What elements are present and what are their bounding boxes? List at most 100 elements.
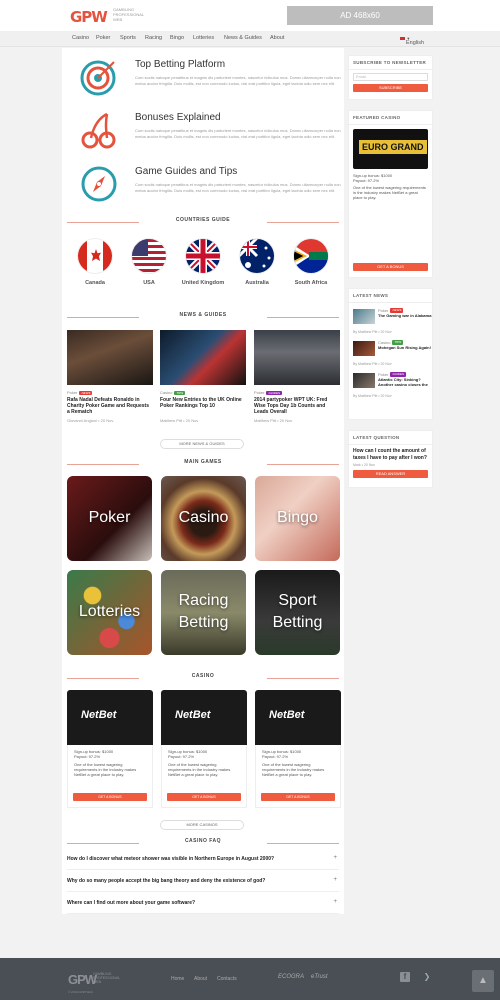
game-label: Casino <box>178 509 229 526</box>
faq-item[interactable]: How do I discover what meteor shower was… <box>67 850 339 870</box>
more-news-button[interactable]: MORE NEWS & GUIDES <box>160 439 244 449</box>
news-card[interactable]: Poker NEWS Rafa Nadal Defeats Ronaldo in … <box>67 330 153 423</box>
news-title[interactable]: Rafa Nadal Defeats Ronaldo in Charity Po… <box>67 397 153 415</box>
twitter-icon[interactable]: ❯ <box>422 972 432 982</box>
feature-bonuses: Bonuses Explained Cum sociis natoque pen… <box>67 106 342 156</box>
question-text[interactable]: How can I count the amount of taxes I ha… <box>353 448 428 462</box>
featured-casino-box: FEATURED CASINO EURO GRAND Sign-up bonus… <box>348 110 433 278</box>
latest-news-item[interactable]: Casino TIPS Mohegan Sun Rising Again! <box>353 339 431 363</box>
more-casinos-button[interactable]: MORE CASINOS <box>160 820 244 830</box>
game-tile-bingo[interactable]: Bingo <box>255 476 340 561</box>
country-united-kingdom[interactable]: United Kingdom <box>180 238 226 286</box>
facebook-icon[interactable]: f <box>400 972 410 982</box>
nav-item-sports[interactable]: Sports <box>120 35 136 41</box>
nav-item-news-guides[interactable]: News & Guides <box>224 35 262 41</box>
back-to-top-button[interactable]: ▲ <box>472 970 494 992</box>
country-australia[interactable]: Australia <box>234 238 280 286</box>
read-answer-button[interactable]: READ ANSWER <box>353 470 428 478</box>
language-label: English <box>406 40 425 46</box>
country-usa[interactable]: USA <box>126 238 172 286</box>
news-badge: GUIDES <box>266 390 282 395</box>
faq-item[interactable]: Where can I find out more about your gam… <box>67 894 339 914</box>
email-input[interactable]: Email <box>353 73 428 81</box>
footer-logo[interactable]: GPW <box>68 972 97 987</box>
ad-banner[interactable]: AD 468x60 <box>287 6 433 25</box>
game-tile-sport-betting[interactable]: Sport Betting <box>255 570 340 655</box>
target-icon <box>80 60 116 96</box>
feature-title: Bonuses Explained <box>135 112 221 123</box>
news-title[interactable]: Four New Entries to the UK Online Poker … <box>160 397 246 415</box>
country-name: United Kingdom <box>181 280 225 286</box>
game-tile-poker[interactable]: Poker <box>67 476 152 561</box>
country-canada[interactable]: Canada <box>72 238 118 286</box>
news-meta: Matthew Pitt • 20 Nov <box>160 418 199 423</box>
news-thumb <box>353 341 375 356</box>
etrust-badge: eTrust <box>311 974 328 980</box>
latest-news-text: Casino TIPS Mohegan Sun Rising Again! <box>378 340 434 350</box>
latest-news-title: LATEST NEWS <box>349 289 432 303</box>
casino-payout: Payout: 97.2% <box>168 754 195 759</box>
news-category: Casino <box>378 340 391 345</box>
section-title-text: NEWS & GUIDES <box>179 312 227 318</box>
news-badge: TIPS <box>174 390 186 395</box>
feature-game-guides: Game Guides and Tips Cum sociis natoque … <box>67 160 342 210</box>
game-label: Sport Betting <box>272 592 323 631</box>
country-south-africa[interactable]: South Africa <box>288 238 334 286</box>
get-bonus-button[interactable]: GET A BONUS <box>261 793 335 801</box>
game-label: Bingo <box>277 509 318 526</box>
language-select[interactable]: English ▾ <box>400 36 424 46</box>
australia-flag-icon <box>239 238 275 274</box>
footer-logo-subtitle: Gambling Professional Web <box>93 972 121 984</box>
latest-news-item[interactable]: Poker GUIDES Atlantic City: Sinking? Anot… <box>353 371 428 395</box>
countries-section-title: COUNTRIES GUIDE <box>62 217 344 227</box>
news-card[interactable]: Poker GUIDES 2014 partypoker WPT UK: Fred… <box>254 330 340 423</box>
casino-card[interactable]: NetBet Sign-up bonus: $1000 Payout: 97.2… <box>161 690 247 808</box>
nav-item-about[interactable]: About <box>270 35 284 41</box>
faq-question: Where can I find out more about your gam… <box>67 900 196 906</box>
featured-get-bonus-button[interactable]: GET A BONUS <box>353 263 428 271</box>
news-title[interactable]: 2014 partypoker WPT UK: Fred Wise Tops D… <box>254 397 340 415</box>
nav-item-bingo[interactable]: Bingo <box>170 35 184 41</box>
faq-question: How do I discover what meteor shower was… <box>67 856 275 862</box>
subscribe-button[interactable]: SUBSCRIBE <box>353 84 428 92</box>
feature-title: Game Guides and Tips <box>135 166 238 177</box>
latest-news-item[interactable]: Poker NEWS The Gaming war in Alabama <box>353 307 431 331</box>
casino-section-title: CASINO <box>62 673 344 683</box>
casino-logo: NetBet <box>67 690 153 745</box>
nav-item-casino[interactable]: Casino <box>72 35 89 41</box>
faq-question: Why do so many people accept the big ban… <box>67 878 266 884</box>
footer-link-about[interactable]: About <box>194 976 207 982</box>
newsletter-box: SUBSCRIBE TO NEWSLETTER Email SUBSCRIBE <box>348 55 433 100</box>
country-name: South Africa <box>294 280 328 286</box>
featured-logo-text: EURO GRAND <box>359 140 427 154</box>
casino-payout: Payout: 97.2% <box>74 754 101 759</box>
news-title: Atlantic City: Sinking? Another casino c… <box>378 377 428 388</box>
feature-text: Cum sociis natoque penatibus et magnis d… <box>135 128 341 139</box>
section-title-text: CASINO FAQ <box>184 838 222 844</box>
game-tile-casino[interactable]: Casino <box>161 476 246 561</box>
news-image <box>160 330 246 385</box>
casino-card[interactable]: NetBet Sign-up bonus: $1000 Payout: 97.2… <box>67 690 153 808</box>
latest-news-text: Poker GUIDES Atlantic City: Sinking? Anot… <box>378 372 434 387</box>
news-category: Poker <box>378 308 389 313</box>
game-tile-racing-betting[interactable]: Racing Betting <box>161 570 246 655</box>
games-section-title: MAIN GAMES <box>62 459 344 469</box>
plus-icon: + <box>333 899 337 905</box>
casino-card[interactable]: NetBet Sign-up bonus: $1000 Payout: 97.2… <box>255 690 341 808</box>
section-title-text: COUNTRIES GUIDE <box>175 217 231 223</box>
news-card[interactable]: Casino TIPS Four New Entries to the UK On… <box>160 330 246 423</box>
nav-item-lotteries[interactable]: Lotteries <box>193 35 214 41</box>
faq-item[interactable]: Why do so many people accept the big ban… <box>67 872 339 892</box>
nav-item-poker[interactable]: Poker <box>96 35 110 41</box>
get-bonus-button[interactable]: GET A BONUS <box>167 793 241 801</box>
nav-item-racing[interactable]: Racing <box>145 35 162 41</box>
featured-casino-logo[interactable]: EURO GRAND <box>353 129 428 169</box>
site-logo[interactable]: GPW <box>70 8 108 26</box>
game-tile-lotteries[interactable]: Lotteries <box>67 570 152 655</box>
plus-icon: + <box>333 877 337 883</box>
get-bonus-button[interactable]: GET A BONUS <box>73 793 147 801</box>
news-category: Poker <box>254 390 265 395</box>
footer-link-home[interactable]: Home <box>171 976 184 982</box>
footer-link-contacts[interactable]: Contacts <box>217 976 237 982</box>
featured-description: One of the lowest wagering requirements … <box>353 185 426 200</box>
